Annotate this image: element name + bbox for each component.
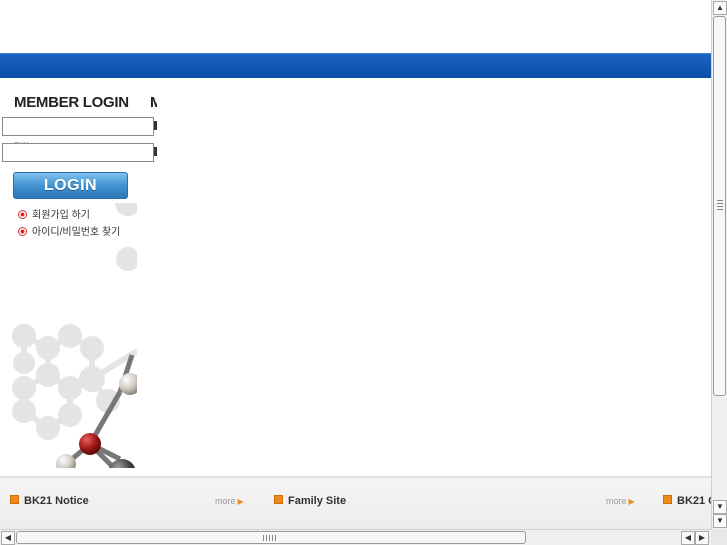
bk21-notice-more-link[interactable]: more ▶ bbox=[215, 496, 244, 506]
id-input[interactable] bbox=[2, 117, 154, 136]
more-arrow-icon: ▶ bbox=[628, 497, 635, 506]
top-blue-band bbox=[0, 53, 711, 78]
pw-input-edge bbox=[154, 147, 157, 156]
thumb-grip-icon bbox=[263, 535, 277, 541]
family-site-more-link[interactable]: more ▶ bbox=[606, 496, 635, 506]
horizontal-scroll-thumb[interactable] bbox=[16, 531, 526, 544]
bk21-notice-heading[interactable]: BK21 Notice bbox=[10, 495, 89, 507]
orange-square-icon bbox=[274, 495, 283, 504]
scroll-right-icon[interactable]: ▶ bbox=[695, 531, 709, 545]
family-site-label: Family Site bbox=[288, 495, 347, 507]
member-login-panel: MEMBER LOGIN M PW LOGIN 회원가입 하기 아이디/비밀번호… bbox=[0, 88, 157, 468]
scroll-left-icon-2[interactable]: ◀ bbox=[681, 531, 695, 545]
password-input[interactable] bbox=[2, 143, 154, 162]
id-input-edge bbox=[154, 121, 157, 130]
vertical-scroll-thumb[interactable] bbox=[713, 16, 726, 396]
more-arrow-icon: ▶ bbox=[237, 497, 244, 506]
vertical-scrollbar[interactable]: ▲ ▼ ▼ bbox=[711, 0, 727, 529]
footer-bar: BK21 Notice more ▶ Family Site more ▶ BK21… bbox=[0, 476, 711, 529]
horizontal-scrollbar[interactable]: ◀ ◀ ▶ bbox=[0, 529, 711, 545]
bk21-notice-label: BK21 Notice bbox=[24, 495, 89, 507]
bk21-third-label: BK21 C bbox=[677, 495, 711, 507]
adjacent-title-fragment: M bbox=[150, 94, 157, 111]
thumb-grip-icon bbox=[717, 200, 723, 210]
scrollbar-corner bbox=[711, 529, 727, 545]
login-button[interactable]: LOGIN bbox=[13, 172, 128, 199]
scroll-up-icon[interactable]: ▲ bbox=[713, 1, 727, 15]
more-label: more bbox=[606, 496, 627, 506]
login-title: MEMBER LOGIN bbox=[14, 94, 129, 111]
orange-square-icon bbox=[10, 495, 19, 504]
scroll-left-icon[interactable]: ◀ bbox=[1, 531, 15, 545]
family-site-heading[interactable]: Family Site bbox=[274, 495, 346, 507]
page-viewport: MEMBER LOGIN M PW LOGIN 회원가입 하기 아이디/비밀번호… bbox=[0, 0, 711, 529]
molecule-illustration bbox=[12, 203, 137, 468]
scroll-down-icon-2[interactable]: ▼ bbox=[713, 514, 727, 528]
bk21-third-heading[interactable]: BK21 C bbox=[663, 495, 711, 507]
scroll-down-icon[interactable]: ▼ bbox=[713, 500, 727, 514]
orange-square-icon bbox=[663, 495, 672, 504]
more-label: more bbox=[215, 496, 236, 506]
